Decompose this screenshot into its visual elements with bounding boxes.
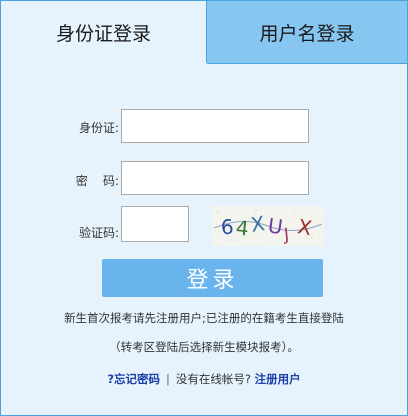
id-card-input[interactable]: [121, 109, 309, 143]
password-label: 密 码:: [75, 174, 119, 188]
login-button[interactable]: 登录: [102, 259, 323, 297]
account-links: ?忘记密码 | 没有在线帐号? 注册用户: [1, 371, 407, 387]
password-input[interactable]: [121, 161, 309, 195]
captcha-label: 验证码:: [78, 226, 119, 240]
captcha-char-1: 6: [220, 214, 234, 239]
tab-id-card-login-label: 身份证登录: [55, 22, 151, 45]
tab-id-card-login[interactable]: 身份证登录: [1, 1, 207, 63]
link-separator: |: [166, 372, 170, 386]
login-tabs: 身份证登录 用户名登录: [1, 1, 407, 64]
transfer-notice: （转考区登陆后选择新生模块报考）。: [109, 340, 299, 354]
captcha-char-2: 4: [235, 215, 250, 240]
tab-username-login-label: 用户名登录: [259, 22, 355, 45]
captcha-graphic: 6 4 X U J X: [212, 206, 324, 246]
captcha-image[interactable]: 6 4 X U J X: [212, 206, 324, 246]
login-panel: 身份证登录 用户名登录 身份证: 密 码: 验证码: 6 4 X U J X 登…: [0, 0, 408, 416]
tab-username-login[interactable]: 用户名登录: [207, 1, 407, 64]
forgot-password-link[interactable]: ?忘记密码: [107, 372, 160, 386]
no-account-text: 没有在线帐号?: [175, 372, 251, 386]
id-card-label: 身份证:: [78, 121, 119, 135]
captcha-input[interactable]: [121, 206, 189, 242]
register-link[interactable]: 注册用户: [255, 372, 301, 386]
register-notice: 新生首次报考请先注册用户;已注册的在籍考生直接登陆: [64, 311, 344, 325]
